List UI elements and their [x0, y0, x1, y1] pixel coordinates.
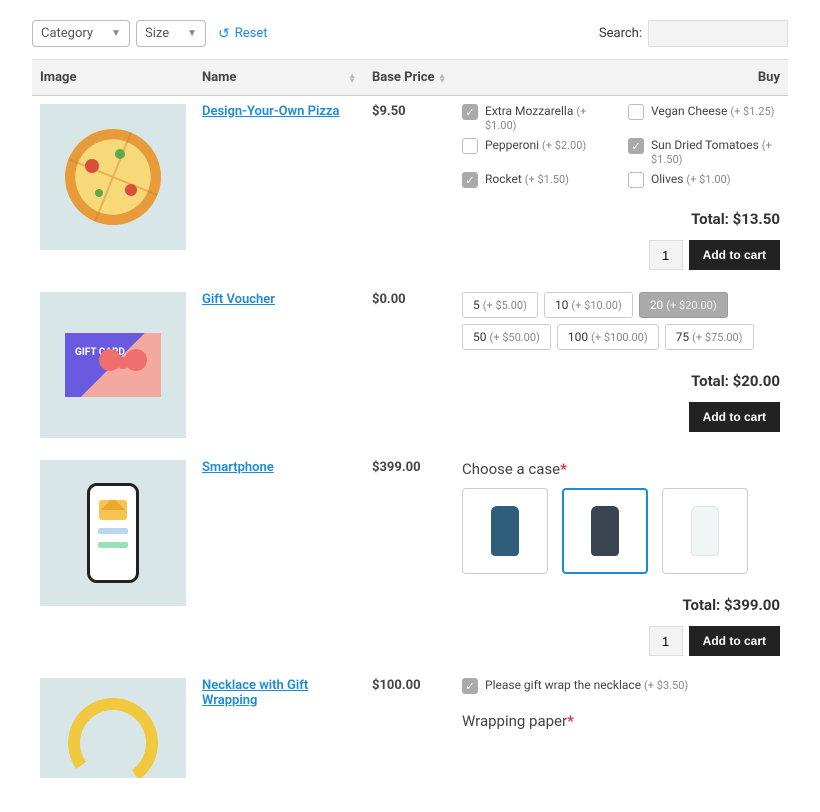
pill-label: 100: [568, 330, 588, 344]
pill-label: 5: [473, 298, 480, 312]
total: Total: $13.50: [462, 210, 780, 228]
add-to-cart-button[interactable]: Add to cart: [689, 402, 780, 432]
category-select-label: Category: [41, 26, 93, 41]
table-row: Design-Your-Own Pizza $9.50 ✓ Extra Mozza…: [32, 96, 788, 282]
addon-price: (+ $2.00): [542, 139, 586, 152]
addon-label: Sun Dried Tomatoes: [651, 138, 759, 152]
table-row: Necklace with Gift Wrapping $100.00 ✓ Pl…: [32, 667, 788, 789]
col-name[interactable]: Name ▲▼: [194, 60, 364, 96]
product-image[interactable]: [40, 678, 186, 778]
product-price: $9.50: [364, 96, 454, 282]
amount-option[interactable]: 10 (+ $10.00): [544, 292, 633, 318]
chevron-down-icon: ▼: [187, 28, 197, 39]
addon-option[interactable]: ✓Sun Dried Tomatoes (+ $1.50): [628, 138, 778, 166]
case-option-blue[interactable]: [462, 488, 548, 574]
product-table: Image Name ▲▼ Base Price ▲▼ Buy: [32, 59, 788, 792]
addon-label: Extra Mozzarella: [485, 104, 573, 118]
product-price: $100.00: [364, 667, 454, 789]
addon-option[interactable]: ✓Extra Mozzarella (+ $1.00): [462, 104, 612, 132]
category-select[interactable]: Category ▼: [32, 20, 130, 47]
checkbox-icon[interactable]: ✓: [628, 138, 644, 154]
reset-button[interactable]: ↺ Reset: [218, 26, 268, 42]
quantity-input[interactable]: [649, 240, 683, 270]
total: Total: $20.00: [462, 372, 780, 390]
col-image: Image: [32, 60, 194, 96]
total: Total: $399.00: [462, 596, 780, 614]
necklace-icon: [61, 691, 165, 778]
amount-option[interactable]: 75 (+ $75.00): [665, 324, 754, 350]
pill-price: (+ $5.00): [483, 299, 527, 312]
search-input[interactable]: [648, 20, 788, 47]
addon-option[interactable]: Olives (+ $1.00): [628, 172, 778, 188]
addon-label: Pepperoni: [485, 138, 539, 152]
pill-price: (+ $10.00): [571, 299, 621, 312]
search-label: Search:: [599, 26, 642, 41]
checkbox-icon[interactable]: [628, 172, 644, 188]
sort-icon: ▲▼: [348, 73, 356, 83]
pill-price: (+ $100.00): [591, 331, 648, 344]
addon-label: Vegan Cheese: [651, 104, 727, 118]
sort-icon: ▲▼: [438, 73, 446, 83]
addon-option[interactable]: ✓ Please gift wrap the necklace (+ $3.50…: [462, 678, 780, 694]
product-image[interactable]: [40, 104, 186, 250]
case-option-white[interactable]: [662, 488, 748, 574]
amount-option[interactable]: 5 (+ $5.00): [462, 292, 538, 318]
addon-price: (+ $1.50): [525, 173, 569, 186]
product-price: $399.00: [364, 449, 454, 667]
undo-icon: ↺: [218, 26, 230, 42]
product-image[interactable]: GIFT CARD: [40, 292, 186, 438]
size-select[interactable]: Size ▼: [136, 20, 206, 47]
reset-label: Reset: [235, 26, 268, 41]
addon-label: Olives: [651, 172, 683, 186]
addon-option[interactable]: Pepperoni (+ $2.00): [462, 138, 612, 166]
pill-price: (+ $50.00): [489, 331, 539, 344]
pill-label: 75: [676, 330, 690, 344]
checkbox-icon[interactable]: [462, 138, 478, 154]
pill-label: 20: [650, 298, 664, 312]
add-to-cart-button[interactable]: Add to cart: [689, 626, 780, 656]
product-price: $0.00: [364, 281, 454, 449]
pill-price: (+ $75.00): [692, 331, 742, 344]
addon-option[interactable]: Vegan Cheese (+ $1.25): [628, 104, 778, 132]
addon-price: (+ $1.00): [686, 173, 730, 186]
pizza-icon: [65, 129, 161, 225]
col-price[interactable]: Base Price ▲▼: [364, 60, 454, 96]
checkbox-icon[interactable]: ✓: [462, 104, 478, 120]
table-row: Smartphone $399.00 Choose a case* Total:…: [32, 449, 788, 667]
addon-price: (+ $1.25): [730, 105, 774, 118]
product-link[interactable]: Gift Voucher: [202, 292, 275, 307]
addon-option[interactable]: ✓ Rocket (+ $1.50): [462, 172, 612, 188]
case-label: Choose a case*: [462, 460, 780, 478]
amount-option[interactable]: 20 (+ $20.00): [639, 292, 728, 318]
product-link[interactable]: Smartphone: [202, 460, 274, 475]
smartphone-icon: [87, 483, 139, 583]
pill-price: (+ $20.00): [666, 299, 716, 312]
quantity-input[interactable]: [649, 626, 683, 656]
giftcard-icon: GIFT CARD: [65, 333, 161, 397]
checkbox-icon[interactable]: ✓: [462, 172, 478, 188]
size-select-label: Size: [145, 26, 169, 41]
addon-label: Please gift wrap the necklace: [485, 678, 641, 692]
wrapping-label: Wrapping paper*: [462, 712, 780, 730]
product-link[interactable]: Design-Your-Own Pizza: [202, 104, 340, 119]
col-buy: Buy: [454, 60, 788, 96]
chevron-down-icon: ▼: [111, 28, 121, 39]
checkbox-icon[interactable]: [628, 104, 644, 120]
checkbox-icon[interactable]: ✓: [462, 678, 478, 694]
amount-option[interactable]: 50 (+ $50.00): [462, 324, 551, 350]
product-image[interactable]: [40, 460, 186, 606]
addon-label: Rocket: [485, 172, 522, 186]
add-to-cart-button[interactable]: Add to cart: [689, 240, 780, 270]
pill-label: 10: [555, 298, 569, 312]
product-link[interactable]: Necklace with Gift Wrapping: [202, 678, 308, 708]
table-row: GIFT CARD Gift Voucher $0.00 5 (+ $5.00)…: [32, 281, 788, 449]
amount-option[interactable]: 100 (+ $100.00): [557, 324, 659, 350]
case-option-dark[interactable]: [562, 488, 648, 574]
pill-label: 50: [473, 330, 487, 344]
